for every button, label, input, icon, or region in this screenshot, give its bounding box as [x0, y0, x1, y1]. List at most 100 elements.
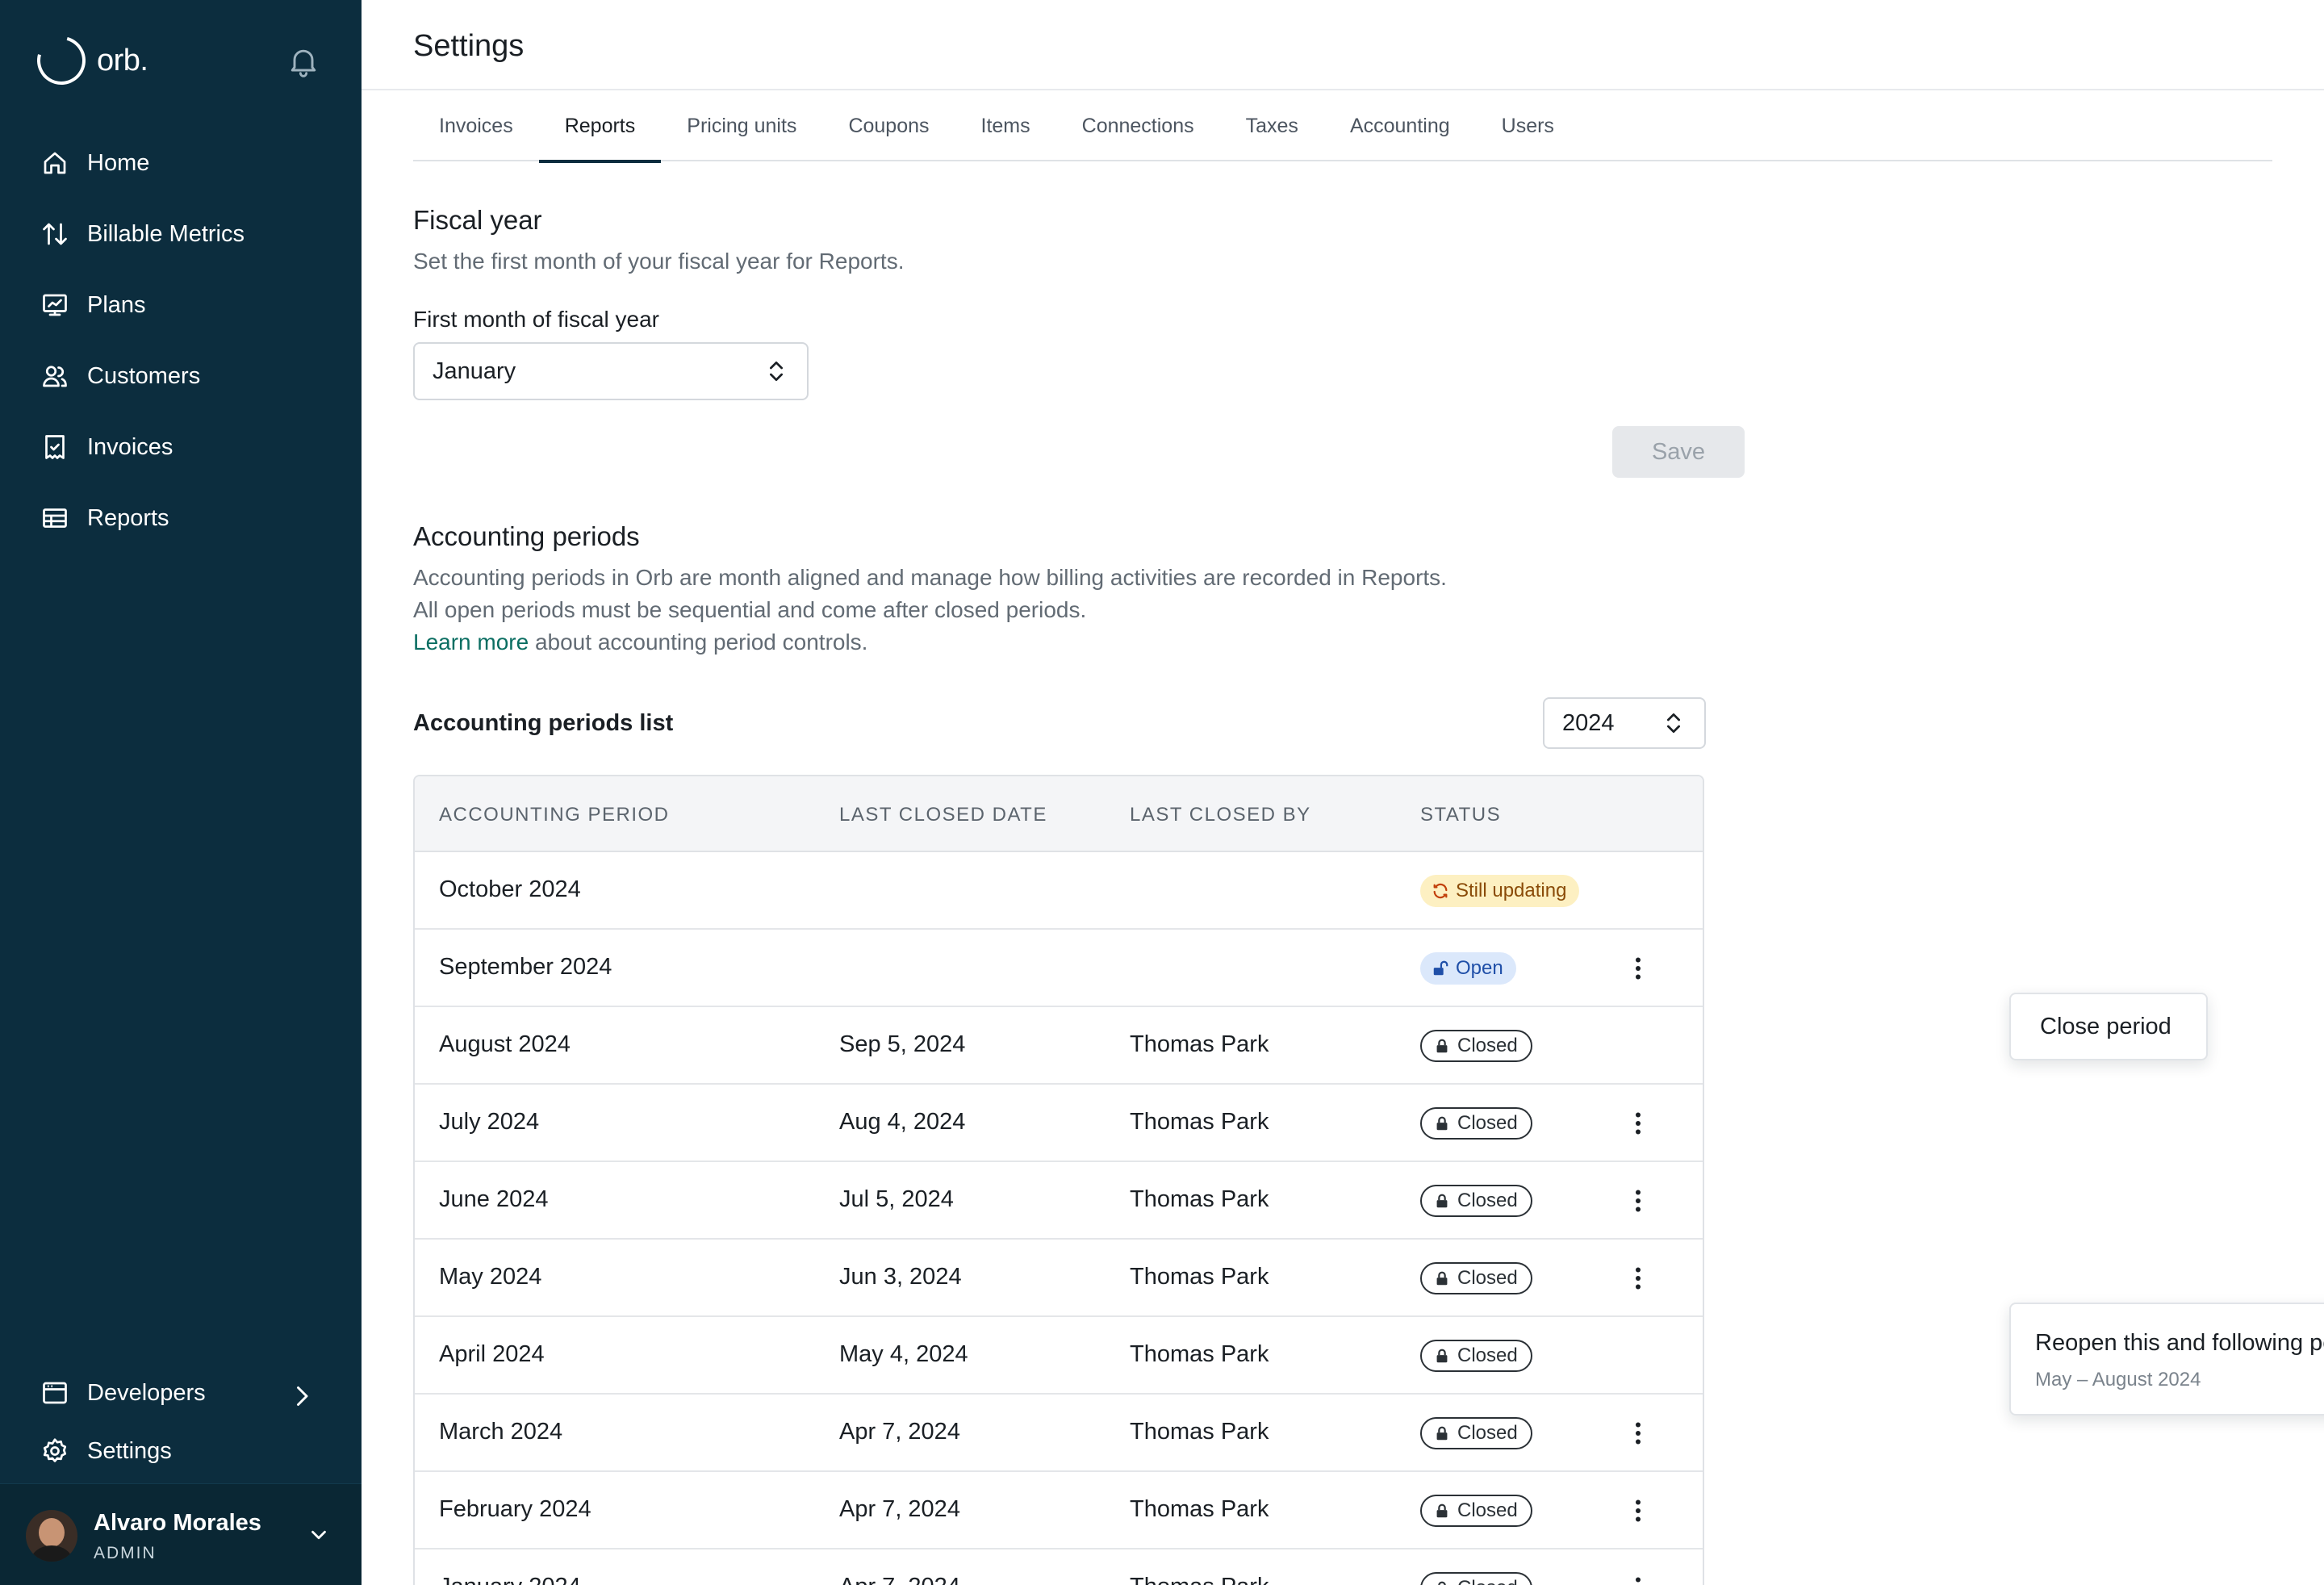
brand-logo[interactable]: orb.	[28, 27, 148, 94]
lock-icon	[1436, 1116, 1448, 1131]
refresh-icon	[1433, 883, 1448, 899]
accounting-periods-line-1: Accounting periods in Orb are month alig…	[413, 565, 1447, 590]
table-icon	[43, 508, 67, 528]
sidebar-item-reports[interactable]: Reports	[0, 483, 362, 554]
lock-icon	[1436, 1349, 1448, 1363]
close-period-menu: Close period	[2009, 993, 2208, 1060]
main-content: Settings Invoices Reports Pricing units …	[362, 0, 2324, 1585]
column-header-closed-by: LAST CLOSED BY	[1130, 804, 1311, 826]
sidebar-item-billable-metrics[interactable]: Billable Metrics	[0, 199, 362, 270]
fiscal-month-select[interactable]: January	[413, 342, 809, 400]
notifications-bell-icon[interactable]	[286, 44, 321, 79]
sidebar-item-label: Customers	[87, 362, 201, 389]
table-row: January 2024 Apr 7, 2024 Thomas Park Clo…	[415, 1549, 1703, 1585]
user-menu[interactable]: Alvaro Morales ADMIN	[0, 1483, 362, 1585]
fiscal-month-value: January	[433, 358, 516, 384]
chevron-up-down-icon	[770, 362, 783, 381]
status-badge: Closed	[1420, 1495, 1532, 1527]
column-header-status: STATUS	[1420, 804, 1502, 826]
save-button[interactable]: Save	[1612, 426, 1745, 478]
sidebar-item-label: Reports	[87, 504, 169, 531]
period-cell: January 2024	[439, 1574, 581, 1585]
tab-connections[interactable]: Connections	[1056, 90, 1220, 161]
gear-icon	[43, 1438, 67, 1462]
presentation-chart-icon	[43, 294, 67, 316]
sidebar-item-label: Home	[87, 149, 150, 176]
tab-coupons[interactable]: Coupons	[822, 90, 955, 161]
settings-tabs: Invoices Reports Pricing units Coupons I…	[413, 90, 2272, 163]
chevron-down-icon[interactable]	[307, 1523, 331, 1547]
status-badge: Open	[1420, 952, 1516, 985]
accounting-periods-line-2: All open periods must be sequential and …	[413, 597, 1087, 622]
sidebar-item-label: Developers	[87, 1379, 206, 1406]
year-select[interactable]: 2024	[1543, 697, 1706, 749]
chevron-up-down-icon	[1667, 713, 1680, 733]
status-badge: Still updating	[1420, 875, 1580, 907]
sidebar-item-developers[interactable]: Developers	[0, 1364, 362, 1422]
tab-reports[interactable]: Reports	[538, 90, 662, 163]
unlock-icon	[1433, 960, 1448, 976]
status-label: Closed	[1457, 1345, 1518, 1366]
sidebar: orb. Home Billable Metrics Plans Custome…	[0, 0, 362, 1585]
more-options-icon[interactable]	[1624, 1574, 1653, 1585]
sidebar-item-label: Settings	[87, 1437, 172, 1464]
home-icon	[44, 152, 66, 174]
closed-by-cell: Thomas Park	[1130, 1419, 1269, 1445]
status-label: Closed	[1457, 1190, 1518, 1211]
sidebar-item-invoices[interactable]: Invoices	[0, 412, 362, 483]
close-period-option[interactable]: Close period	[2040, 1014, 2171, 1040]
tab-accounting[interactable]: Accounting	[1324, 90, 1476, 161]
table-row: September 2024 Open	[415, 930, 1703, 1007]
lock-icon	[1438, 1581, 1446, 1585]
arrows-up-down-icon	[43, 223, 67, 245]
more-options-icon[interactable]	[1624, 1419, 1653, 1448]
fiscal-month-label: First month of fiscal year	[413, 307, 659, 332]
year-value: 2024	[1562, 709, 1615, 736]
status-badge: Closed	[1420, 1572, 1532, 1585]
more-options-icon[interactable]	[1624, 1109, 1653, 1138]
closed-by-cell: Thomas Park	[1130, 1109, 1269, 1135]
tab-taxes[interactable]: Taxes	[1220, 90, 1324, 161]
learn-more-link[interactable]: Learn more	[413, 629, 529, 654]
lock-icon	[1436, 1039, 1448, 1053]
more-options-icon[interactable]	[1624, 954, 1653, 983]
orb-logo-icon	[28, 27, 94, 94]
receipt-icon	[45, 435, 65, 459]
tab-pricing-units[interactable]: Pricing units	[661, 90, 822, 161]
status-label: Open	[1456, 957, 1503, 979]
status-label: Still updating	[1456, 880, 1567, 901]
tab-invoices[interactable]: Invoices	[413, 90, 539, 161]
period-cell: August 2024	[439, 1031, 571, 1057]
period-cell: April 2024	[439, 1341, 545, 1367]
lock-icon	[1436, 1426, 1448, 1441]
status-label: Closed	[1457, 1577, 1518, 1585]
more-options-icon[interactable]	[1624, 1496, 1653, 1525]
tab-items[interactable]: Items	[955, 90, 1056, 161]
period-cell: October 2024	[439, 876, 581, 902]
reopen-periods-option[interactable]: Reopen this and following periods	[2035, 1330, 2324, 1357]
column-header-period: ACCOUNTING PERIOD	[439, 804, 670, 826]
user-role: ADMIN	[94, 1544, 157, 1562]
status-label: Closed	[1457, 1499, 1518, 1521]
status-label: Closed	[1457, 1422, 1518, 1444]
closed-by-cell: Thomas Park	[1130, 1341, 1269, 1367]
status-badge: Closed	[1420, 1417, 1532, 1449]
lock-icon	[1436, 1271, 1448, 1286]
table-row: May 2024 Jun 3, 2024 Thomas Park Closed	[415, 1240, 1703, 1317]
tab-users[interactable]: Users	[1476, 90, 1580, 161]
sidebar-item-settings[interactable]: Settings	[0, 1422, 362, 1480]
column-header-closed-date: LAST CLOSED DATE	[839, 804, 1047, 826]
user-name: Alvaro Morales	[94, 1510, 261, 1536]
sidebar-item-label: Billable Metrics	[87, 220, 245, 247]
closed-date-cell: Aug 4, 2024	[839, 1109, 966, 1135]
status-badge: Closed	[1420, 1107, 1532, 1140]
sidebar-item-home[interactable]: Home	[0, 128, 362, 199]
sidebar-item-plans[interactable]: Plans	[0, 270, 362, 341]
table-row: July 2024 Aug 4, 2024 Thomas Park Closed	[415, 1085, 1703, 1162]
users-icon	[43, 366, 67, 387]
table-row: April 2024 May 4, 2024 Thomas Park Close…	[415, 1317, 1703, 1395]
more-options-icon[interactable]	[1624, 1264, 1653, 1293]
sidebar-item-customers[interactable]: Customers	[0, 341, 362, 412]
closed-by-cell: Thomas Park	[1130, 1264, 1269, 1290]
more-options-icon[interactable]	[1624, 1186, 1653, 1215]
